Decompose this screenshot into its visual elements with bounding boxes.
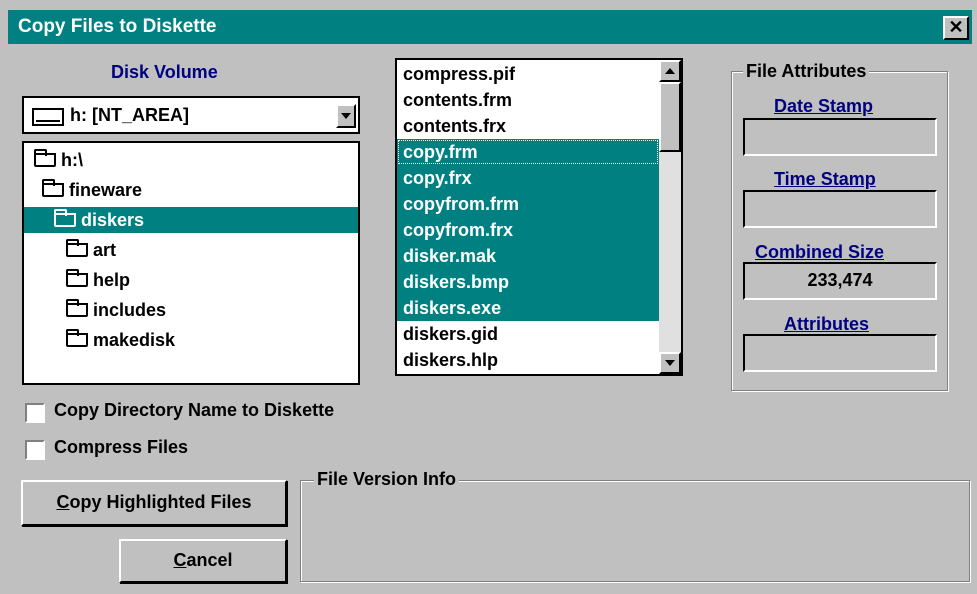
file-list[interactable]: compress.pif contents.frm contents.frx copy…: [395, 58, 683, 376]
folder-icon: [66, 239, 88, 257]
tree-item[interactable]: art: [66, 237, 116, 263]
tree-item-label: includes: [93, 300, 167, 320]
file-list-item[interactable]: diskers.bmp: [397, 269, 659, 295]
tree-item-label: makedisk: [93, 330, 176, 350]
time-stamp-label: Time Stamp: [774, 169, 876, 189]
tree-item-label: help: [93, 270, 131, 290]
drive-value: h: [NT_AREA]: [70, 105, 189, 125]
file-list-item[interactable]: diskers.gid: [397, 321, 659, 347]
tree-item-label: h:\: [61, 150, 83, 170]
file-attributes-title: File Attributes: [743, 61, 870, 82]
compress-files-label[interactable]: Compress Files: [54, 437, 188, 458]
attributes-label: Attributes: [784, 314, 869, 334]
disk-volume-label: Disk Volume: [111, 62, 218, 82]
file-list-item[interactable]: copyfrom.frx: [397, 217, 659, 243]
close-button[interactable]: ✕: [943, 16, 969, 40]
scroll-thumb[interactable]: [659, 82, 681, 152]
date-stamp-label: Date Stamp: [774, 96, 874, 116]
combined-size-field: 233,474: [743, 262, 937, 300]
copy-button-label: opy Highlighted Files: [69, 492, 252, 512]
tree-item[interactable]: diskers: [24, 207, 358, 233]
drive-select[interactable]: h: [NT_AREA]: [22, 96, 360, 134]
open-folder-icon: [42, 179, 64, 197]
file-version-info-group: [300, 480, 970, 582]
tree-item[interactable]: makedisk: [66, 327, 175, 353]
drive-icon: [32, 108, 64, 126]
copy-dir-name-checkbox[interactable]: [25, 403, 45, 423]
copy-dir-name-label[interactable]: Copy Directory Name to Diskette: [54, 400, 334, 421]
tree-item[interactable]: includes: [66, 297, 166, 323]
drive-dropdown-button[interactable]: [336, 104, 356, 128]
file-list-item[interactable]: contents.frm: [397, 87, 659, 113]
cancel-button-label: ancel: [186, 550, 233, 570]
file-list-item[interactable]: compress.pif: [397, 61, 659, 87]
close-icon: ✕: [948, 17, 964, 37]
file-list-scrollbar[interactable]: [659, 60, 681, 374]
tree-item[interactable]: fineware: [42, 177, 142, 203]
file-list-item[interactable]: diskers.exe: [397, 295, 659, 321]
file-version-info-title: File Version Info: [314, 469, 460, 490]
title-bar-fill[interactable]: Copy Files to Diskette: [8, 10, 972, 44]
file-list-item[interactable]: copyfrom.frm: [397, 191, 659, 217]
file-list-item[interactable]: disker.mak: [397, 243, 659, 269]
cancel-button[interactable]: Cancel: [119, 539, 287, 583]
scroll-up-button[interactable]: [659, 60, 681, 82]
file-list-item[interactable]: copy.frx: [397, 165, 659, 191]
date-stamp-field: [743, 118, 937, 156]
tree-item-label: fineware: [69, 180, 143, 200]
folder-icon: [66, 299, 88, 317]
folder-icon: [66, 269, 88, 287]
title-bar[interactable]: Copy Files to Diskette ✕: [0, 0, 977, 48]
file-list-item[interactable]: copy.frm: [397, 139, 659, 165]
cancel-button-mnemonic: C: [173, 550, 187, 570]
chevron-down-icon: [341, 113, 351, 119]
file-list-item[interactable]: diskers.hlp: [397, 347, 659, 373]
arrow-up-icon: [665, 68, 675, 74]
scroll-down-button[interactable]: [659, 352, 681, 374]
folder-icon: [66, 329, 88, 347]
copy-highlighted-files-button[interactable]: Copy Highlighted Files: [21, 480, 287, 526]
window-title: Copy Files to Diskette: [18, 16, 217, 37]
attributes-field: [743, 334, 937, 372]
arrow-down-icon: [665, 360, 675, 366]
file-list-item[interactable]: contents.frx: [397, 113, 659, 139]
compress-files-checkbox[interactable]: [25, 440, 45, 460]
directory-tree[interactable]: h:\ fineware diskers art help includes makedis…: [22, 141, 360, 385]
open-folder-icon: [54, 209, 76, 227]
combined-size-label: Combined Size: [755, 242, 885, 262]
tree-item-label: art: [93, 240, 117, 260]
tree-item[interactable]: help: [66, 267, 130, 293]
tree-item-label: diskers: [81, 210, 145, 230]
copy-button-mnemonic: C: [56, 492, 70, 512]
open-folder-icon: [34, 149, 56, 167]
time-stamp-field: [743, 190, 937, 228]
tree-item[interactable]: h:\: [34, 147, 83, 173]
